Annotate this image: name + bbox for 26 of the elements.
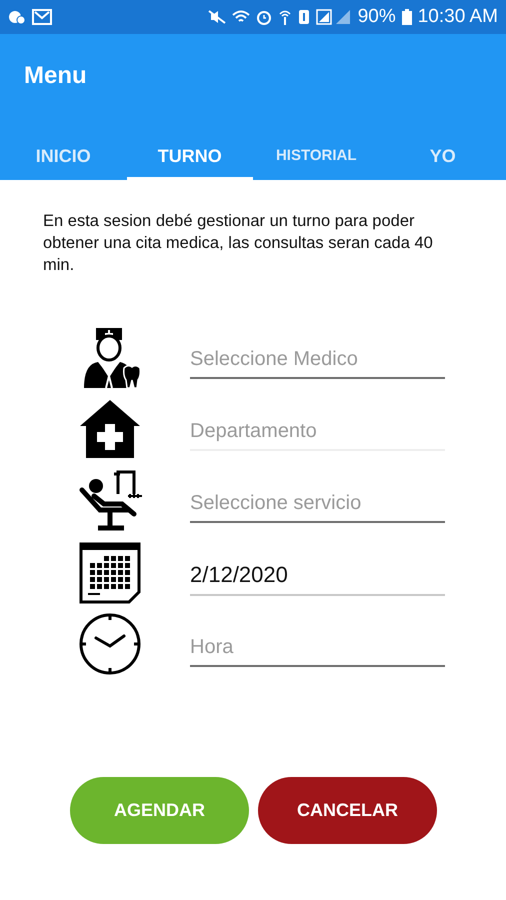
mute-icon [208, 10, 226, 24]
input-field[interactable]: Seleccione servicio [190, 492, 445, 522]
tab[interactable]: YO [380, 136, 506, 180]
wifi-icon [232, 10, 250, 24]
alarm-icon [256, 9, 272, 25]
input-field[interactable]: Hora [190, 636, 445, 666]
cancel-button[interactable]: CANCELAR [258, 777, 437, 844]
hotspot-icon [278, 9, 292, 25]
calendar-icon [78, 540, 142, 604]
app-title: Menu [23, 61, 88, 91]
intro-text: En esta sesion debé gestionar un turno para poder obtener una cita medica, las consultas seran cada 40 min. [43, 211, 434, 276]
signal-icon [316, 9, 352, 25]
dental-chair-icon [78, 468, 142, 532]
battery-icon [402, 9, 412, 25]
sim-icon [298, 9, 310, 25]
input-field[interactable]: Seleccione Medico [190, 348, 445, 378]
schedule-button[interactable]: AGENDAR [70, 777, 249, 844]
tab[interactable]: TURNO [126, 136, 253, 180]
battery-percent: 90% [358, 6, 396, 28]
notification-icon [8, 10, 26, 24]
clock-icon [78, 612, 142, 676]
input-field[interactable]: 2/12/2020 [190, 562, 445, 596]
tab[interactable]: INICIO [0, 136, 126, 180]
mail-icon [32, 9, 52, 25]
clock-time: 10:30 AM [418, 6, 498, 28]
tab[interactable]: HISTORIAL [253, 136, 380, 180]
